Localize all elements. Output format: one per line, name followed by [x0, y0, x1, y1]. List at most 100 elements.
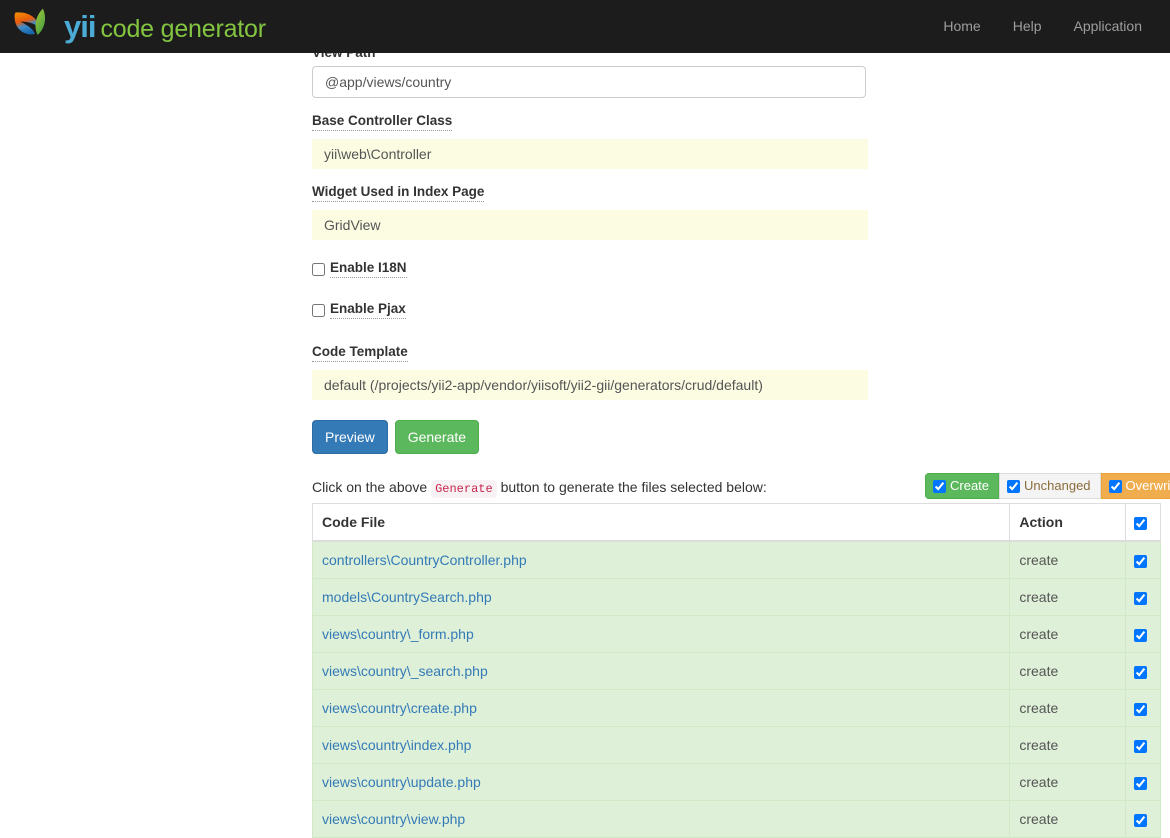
- yii-bird-logo-icon: [14, 7, 56, 47]
- legend-overwrite-checkbox[interactable]: [1109, 480, 1122, 493]
- base-controller-class-input[interactable]: [312, 139, 868, 169]
- generate-button[interactable]: Generate: [395, 420, 479, 454]
- status-legend: Create Unchanged Overwrite: [925, 473, 1170, 499]
- field-enable-pjax[interactable]: Enable Pjax: [312, 301, 868, 319]
- cell-code-file: views\country\index.php: [313, 727, 1010, 764]
- legend-create-label: Create: [950, 478, 989, 494]
- row-checkbox[interactable]: [1134, 555, 1147, 568]
- brand-text: yiicode generator: [64, 11, 266, 42]
- nav-links: Home Help Application: [927, 0, 1170, 53]
- legend-item-overwrite[interactable]: Overwrite: [1101, 473, 1170, 499]
- field-enable-i18n[interactable]: Enable I18N: [312, 260, 868, 278]
- enable-pjax-checkbox[interactable]: [312, 304, 325, 317]
- hint-after-text: button to generate the files selected be…: [501, 479, 767, 495]
- header-code-file: Code File: [313, 504, 1010, 542]
- cell-checkbox[interactable]: [1125, 653, 1160, 690]
- cell-action: create: [1010, 616, 1125, 653]
- cell-action: create: [1010, 579, 1125, 616]
- code-files-table: Code File Action controllers\CountryCont…: [312, 503, 1161, 838]
- legend-unchanged-label: Unchanged: [1024, 478, 1091, 494]
- select-all-checkbox[interactable]: [1134, 517, 1147, 530]
- table-row: views\country\view.php create: [313, 801, 1161, 838]
- legend-item-unchanged[interactable]: Unchanged: [999, 473, 1101, 499]
- row-checkbox[interactable]: [1134, 629, 1147, 642]
- file-link[interactable]: views\country\update.php: [322, 774, 481, 790]
- cell-action: create: [1010, 653, 1125, 690]
- table-row: views\country\update.php create: [313, 764, 1161, 801]
- preview-button[interactable]: Preview: [312, 420, 388, 454]
- enable-i18n-label: Enable I18N: [330, 260, 407, 278]
- file-link[interactable]: models\CountrySearch.php: [322, 589, 492, 605]
- cell-checkbox[interactable]: [1125, 616, 1160, 653]
- top-navbar: yiicode generator Home Help Application: [0, 0, 1170, 53]
- cell-checkbox[interactable]: [1125, 727, 1160, 764]
- cell-action: create: [1010, 801, 1125, 838]
- cell-action: create: [1010, 690, 1125, 727]
- file-link[interactable]: views\country\_search.php: [322, 663, 488, 679]
- file-link[interactable]: views\country\create.php: [322, 700, 477, 716]
- field-code-template: Code Template: [312, 343, 868, 400]
- field-widget-used-in-index-page: Widget Used in Index Page: [312, 183, 868, 240]
- cell-code-file: views\country\_search.php: [313, 653, 1010, 690]
- code-template-label: Code Template: [312, 344, 408, 362]
- generate-hint: Click on the above Generate button to ge…: [312, 477, 868, 499]
- row-checkbox[interactable]: [1134, 703, 1147, 716]
- table-head: Code File Action: [313, 504, 1161, 542]
- file-link[interactable]: views\country\index.php: [322, 737, 471, 753]
- file-link[interactable]: views\country\view.php: [322, 811, 465, 827]
- cell-code-file: controllers\CountryController.php: [313, 541, 1010, 579]
- enable-pjax-label: Enable Pjax: [330, 301, 406, 319]
- nav-link-application[interactable]: Application: [1058, 0, 1159, 53]
- table-header-row: Code File Action: [313, 504, 1161, 542]
- base-controller-class-label: Base Controller Class: [312, 113, 452, 131]
- nav-link-home[interactable]: Home: [927, 0, 996, 53]
- table-row: views\country\_search.php create: [313, 653, 1161, 690]
- view-path-input[interactable]: [312, 66, 866, 98]
- file-link[interactable]: views\country\_form.php: [322, 626, 474, 642]
- cell-action: create: [1010, 764, 1125, 801]
- table-body: controllers\CountryController.php create…: [313, 541, 1161, 838]
- cell-checkbox[interactable]: [1125, 690, 1160, 727]
- table-row: views\country\index.php create: [313, 727, 1161, 764]
- cell-action: create: [1010, 541, 1125, 579]
- file-link[interactable]: controllers\CountryController.php: [322, 552, 527, 568]
- hint-generate-code: Generate: [431, 480, 497, 498]
- field-base-controller-class: Base Controller Class: [312, 112, 868, 169]
- cell-code-file: views\country\create.php: [313, 690, 1010, 727]
- cell-code-file: views\country\update.php: [313, 764, 1010, 801]
- hint-before-text: Click on the above: [312, 479, 427, 495]
- row-checkbox[interactable]: [1134, 740, 1147, 753]
- cell-code-file: models\CountrySearch.php: [313, 579, 1010, 616]
- cell-checkbox[interactable]: [1125, 541, 1160, 579]
- cell-checkbox[interactable]: [1125, 764, 1160, 801]
- brand-yii-text: yii: [64, 9, 95, 44]
- nav-link-help[interactable]: Help: [997, 0, 1058, 53]
- form-actions: Preview Generate: [312, 420, 868, 454]
- cell-action: create: [1010, 727, 1125, 764]
- widget-used-label: Widget Used in Index Page: [312, 184, 484, 202]
- table-row: views\country\create.php create: [313, 690, 1161, 727]
- row-checkbox[interactable]: [1134, 777, 1147, 790]
- table-row: views\country\_form.php create: [313, 616, 1161, 653]
- enable-i18n-checkbox[interactable]: [312, 263, 325, 276]
- cell-code-file: views\country\_form.php: [313, 616, 1010, 653]
- table-row: models\CountrySearch.php create: [313, 579, 1161, 616]
- code-template-input[interactable]: [312, 370, 868, 400]
- header-action: Action: [1010, 504, 1125, 542]
- cell-code-file: views\country\view.php: [313, 801, 1010, 838]
- legend-item-create[interactable]: Create: [925, 473, 999, 499]
- row-checkbox[interactable]: [1134, 592, 1147, 605]
- header-select-all-cell[interactable]: [1125, 504, 1160, 542]
- generator-form: View Path Base Controller Class Widget U…: [312, 44, 868, 499]
- widget-used-input[interactable]: [312, 210, 868, 240]
- cell-checkbox[interactable]: [1125, 579, 1160, 616]
- row-checkbox[interactable]: [1134, 666, 1147, 679]
- legend-unchanged-checkbox[interactable]: [1007, 480, 1020, 493]
- brand-logo-link[interactable]: yiicode generator: [0, 7, 266, 47]
- table-row: controllers\CountryController.php create: [313, 541, 1161, 579]
- legend-create-checkbox[interactable]: [933, 480, 946, 493]
- cell-checkbox[interactable]: [1125, 801, 1160, 838]
- brand-subtitle-text: code generator: [100, 15, 265, 43]
- legend-overwrite-label: Overwrite: [1126, 478, 1170, 494]
- row-checkbox[interactable]: [1134, 814, 1147, 827]
